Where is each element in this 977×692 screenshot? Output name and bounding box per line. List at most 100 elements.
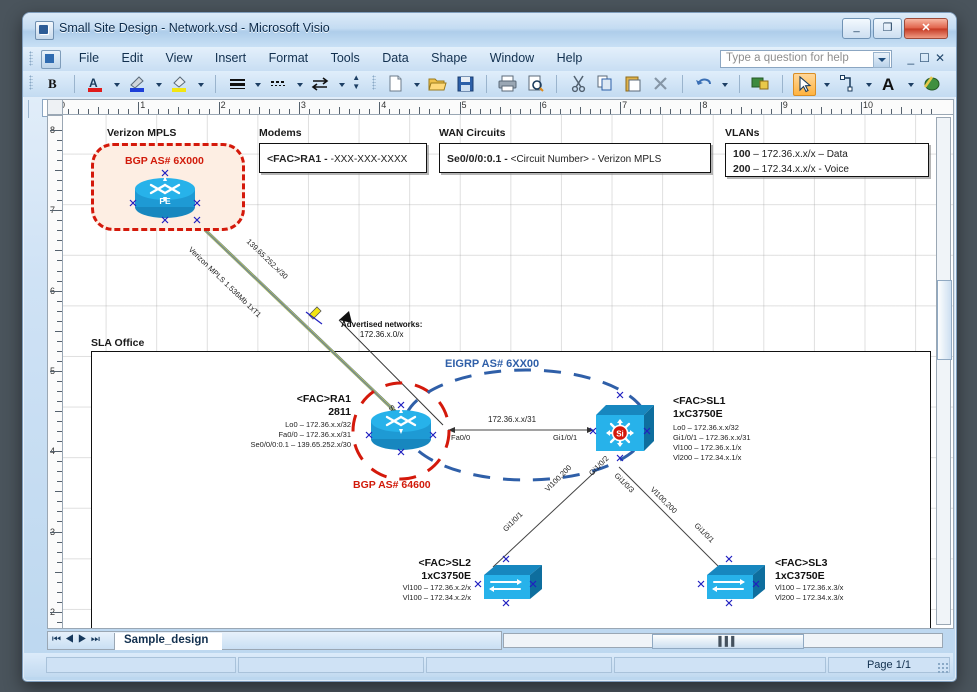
fill-style-button[interactable] bbox=[921, 73, 942, 94]
undo-button[interactable] bbox=[693, 73, 714, 94]
ruler-label: 7 bbox=[622, 100, 628, 110]
connector-tool-dropdown[interactable] bbox=[864, 73, 874, 94]
menu-help[interactable]: Help bbox=[548, 47, 592, 68]
cut-button[interactable] bbox=[568, 73, 589, 94]
vertical-scrollbar-thumb[interactable] bbox=[937, 280, 952, 360]
undo-dropdown[interactable] bbox=[720, 73, 730, 94]
copy-button[interactable] bbox=[595, 73, 616, 94]
maximize-button[interactable]: ❐ bbox=[873, 18, 902, 39]
line-color-button[interactable] bbox=[127, 73, 148, 94]
drawing-canvas[interactable]: SLA Office Verizon MPLS BGP AS# 6X000 PE… bbox=[63, 115, 954, 629]
horizontal-scrollbar[interactable]: ▌▌▌ bbox=[503, 633, 943, 649]
ruler-tick bbox=[308, 109, 310, 114]
ruler-tick bbox=[50, 531, 62, 533]
ruler-tick bbox=[208, 109, 210, 114]
vertical-scrollbar[interactable] bbox=[936, 117, 952, 625]
font-color-button[interactable]: A bbox=[85, 73, 106, 94]
print-preview-button[interactable] bbox=[525, 73, 546, 94]
line-weight-button[interactable] bbox=[227, 73, 248, 94]
ruler-tick bbox=[429, 109, 431, 114]
line-pattern-button[interactable] bbox=[268, 73, 289, 94]
ruler-tick bbox=[519, 109, 521, 114]
menu-view[interactable]: View bbox=[157, 47, 202, 68]
text-tool-dropdown[interactable] bbox=[906, 73, 916, 94]
menu-bar: File Edit View Insert Format Tools Data … bbox=[23, 47, 956, 71]
connector-tool-button[interactable] bbox=[837, 73, 858, 94]
doc-restore-button[interactable]: ☐ bbox=[919, 51, 935, 65]
wan-circuits-box[interactable]: Se0/0/0:0.1 - <Circuit Number> - Verizon… bbox=[439, 143, 711, 173]
modems-box[interactable]: <FAC>RA1 - -XXX-XXX-XXXX bbox=[259, 143, 427, 173]
line-ends-dropdown[interactable] bbox=[337, 73, 347, 94]
new-dropdown[interactable] bbox=[412, 73, 422, 94]
font-color-dropdown[interactable] bbox=[112, 73, 122, 94]
doc-close-button[interactable]: ✕ bbox=[935, 51, 950, 65]
pointer-tool-dropdown[interactable] bbox=[822, 73, 832, 94]
ruler-tick bbox=[57, 160, 62, 162]
menu-edit[interactable]: Edit bbox=[113, 47, 153, 68]
menu-insert[interactable]: Insert bbox=[206, 47, 255, 68]
menu-shape[interactable]: Shape bbox=[422, 47, 476, 68]
toolbar-grip-handle-2[interactable] bbox=[371, 75, 376, 90]
bold-button[interactable]: B bbox=[42, 73, 63, 94]
line-color-dropdown[interactable] bbox=[154, 73, 164, 94]
new-button[interactable] bbox=[385, 73, 406, 94]
last-page-button[interactable]: ⏭ bbox=[91, 634, 104, 645]
fill-color-dropdown[interactable] bbox=[196, 73, 206, 94]
print-button[interactable] bbox=[497, 73, 518, 94]
ruler-tick bbox=[409, 109, 411, 114]
ruler-tick bbox=[720, 109, 722, 114]
menu-window[interactable]: Window bbox=[481, 47, 543, 68]
page-tab-sample-design[interactable]: Sample_design bbox=[114, 633, 223, 650]
menu-format[interactable]: Format bbox=[260, 47, 318, 68]
format-painter-button[interactable] bbox=[750, 73, 771, 94]
line-ends-button[interactable] bbox=[310, 73, 331, 94]
window-title: Small Site Design - Network.vsd - Micros… bbox=[59, 21, 330, 35]
first-page-button[interactable]: ⏮ bbox=[52, 634, 65, 645]
ruler-tick bbox=[57, 280, 62, 282]
resize-grip-icon[interactable] bbox=[937, 662, 949, 674]
sl1-port-gi1-0-1-label: Gi1/0/1 bbox=[553, 433, 578, 442]
minimize-button[interactable]: _ bbox=[842, 18, 871, 39]
ruler-tick bbox=[57, 190, 62, 192]
ruler-tick bbox=[168, 109, 170, 114]
close-button[interactable]: ✕ bbox=[904, 18, 948, 39]
menu-file[interactable]: File bbox=[70, 47, 108, 68]
pointer-tool-button[interactable] bbox=[793, 73, 817, 96]
sl3-detail-line: Vl100 – 172.36.x.3/x bbox=[775, 583, 844, 592]
toolbar-grip-handle-1[interactable] bbox=[29, 75, 33, 90]
ruler-tick bbox=[469, 109, 471, 114]
open-button[interactable] bbox=[427, 73, 448, 94]
next-page-button[interactable]: ▶ bbox=[78, 634, 91, 645]
toolbar-overflow-button-1[interactable]: ▲ ▼ bbox=[351, 73, 361, 93]
chevron-down-icon[interactable] bbox=[873, 52, 890, 68]
ruler-tick bbox=[539, 102, 541, 114]
prev-page-button[interactable]: ◀ bbox=[65, 634, 78, 645]
delete-button[interactable] bbox=[650, 73, 671, 94]
doc-minimize-button[interactable]: _ bbox=[907, 51, 919, 65]
menu-grip-handle[interactable] bbox=[29, 51, 33, 66]
menu-data[interactable]: Data bbox=[373, 47, 417, 68]
ruler-tick bbox=[871, 109, 873, 114]
ruler-tick bbox=[57, 471, 62, 473]
line-weight-dropdown[interactable] bbox=[253, 73, 263, 94]
paste-button[interactable] bbox=[623, 73, 644, 94]
horizontal-scrollbar-thumb[interactable]: ▌▌▌ bbox=[652, 634, 804, 649]
ruler-tick bbox=[840, 109, 842, 114]
save-button[interactable] bbox=[455, 73, 476, 94]
menu-tools[interactable]: Tools bbox=[322, 47, 369, 68]
ruler-tick bbox=[379, 102, 381, 114]
vlans-box[interactable]: 100 – 172.36.x.x/x – Data 200 – 172.34.x… bbox=[725, 143, 929, 177]
ruler-tick bbox=[298, 102, 300, 114]
help-search-input[interactable]: Type a question for help bbox=[720, 50, 892, 68]
ruler-tick bbox=[911, 109, 913, 114]
toolbar-separator bbox=[215, 75, 217, 93]
ruler-tick bbox=[690, 109, 692, 114]
sl2-device-name: <FAC>SL2 1xC3750E bbox=[363, 557, 471, 583]
text-tool-button[interactable]: A bbox=[879, 73, 900, 94]
fill-color-button[interactable] bbox=[169, 73, 190, 94]
vertical-ruler[interactable]: 8765432 bbox=[47, 115, 63, 629]
eigrp-as-label: EIGRP AS# 6XX00 bbox=[445, 358, 540, 370]
horizontal-ruler[interactable]: 012345678910 bbox=[47, 99, 954, 115]
line-pattern-dropdown[interactable] bbox=[295, 73, 305, 94]
formatting-toolbar: B A ▲ ▼ A bbox=[23, 71, 956, 118]
